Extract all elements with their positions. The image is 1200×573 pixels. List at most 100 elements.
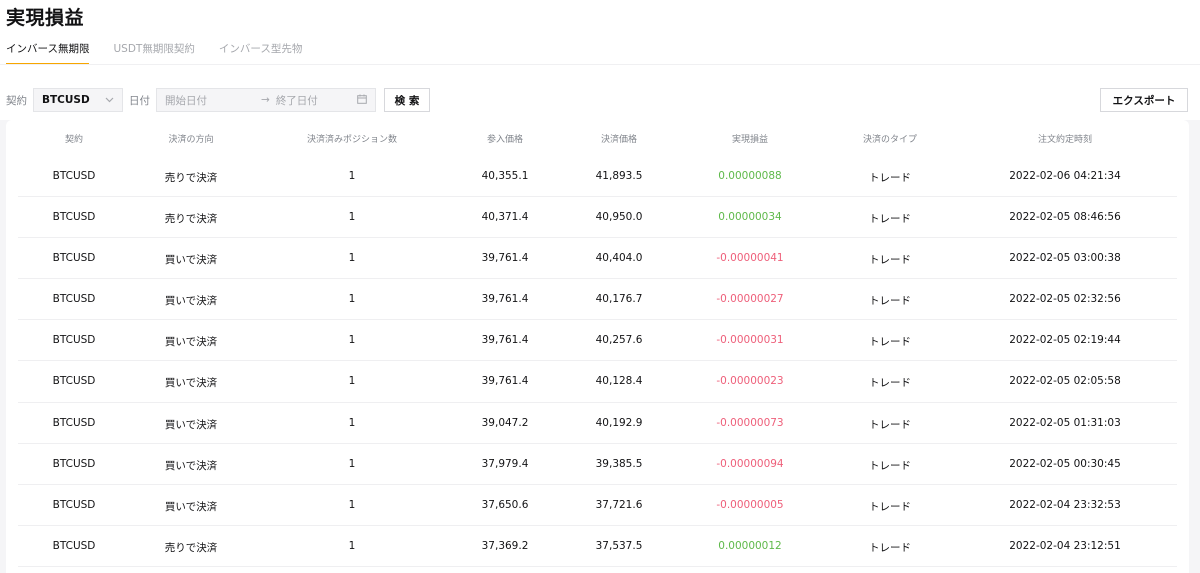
pnl-table: 契約 決済の方向 決済済みポジション数 参入価格 決済価格 実現損益 決済のタイ… [6, 120, 1189, 573]
cell-qty: 1 [348, 416, 356, 429]
cell-time: 2022-02-05 01:31:03 [1009, 416, 1121, 429]
cell-exit-price: 41,893.5 [595, 170, 643, 182]
cell-entry-price: 40,355.1 [481, 170, 529, 182]
contract-select-value: BTCUSD [42, 94, 90, 106]
cell-side: 買いで決済 [164, 377, 218, 390]
cell-side: 買いで決済 [164, 459, 218, 472]
table-row: BTCUSD 売りで決済 1 40,355.1 41,893.5 0.00000088 トレ… [18, 156, 1177, 198]
filter-bar: 契約 BTCUSD 日付 開始日付 → 終了日付 検 索 [6, 88, 430, 112]
tab-inverse-futures[interactable]: インバース型先物 [219, 41, 302, 65]
cell-contract: BTCUSD [52, 211, 96, 224]
cell-time: 2022-02-05 02:05:58 [1009, 375, 1121, 388]
cell-contract: BTCUSD [52, 416, 96, 429]
cell-side: 買いで決済 [164, 336, 218, 349]
cell-side: 買いで決済 [164, 418, 218, 431]
table-header: 契約 決済の方向 決済済みポジション数 参入価格 決済価格 実現損益 決済のタイ… [6, 120, 1189, 156]
cell-contract: BTCUSD [52, 252, 96, 265]
tab-inverse-perpetual[interactable]: インバース無期限 [6, 41, 90, 65]
table-row: BTCUSD 売りで決済 1 40,371.4 40,950.0 0.00000034 トレ… [18, 197, 1177, 239]
cell-entry-price: 40,371.4 [481, 211, 529, 224]
col-header-contract: 契約 [64, 135, 84, 145]
cell-exit-price: 40,176.7 [595, 293, 643, 306]
col-header-time: 注文約定時刻 [1037, 135, 1093, 145]
cell-qty: 1 [348, 170, 356, 182]
cell-type: トレード [869, 213, 911, 226]
cell-entry-price: 37,650.6 [481, 498, 529, 511]
cell-qty: 1 [348, 457, 356, 470]
cell-entry-price: 39,761.4 [481, 252, 529, 265]
col-header-exit-price: 決済価格 [600, 135, 638, 145]
contract-select[interactable]: BTCUSD [33, 88, 123, 112]
cell-realized-pnl: -0.00000073 [716, 416, 784, 429]
cell-type: トレード [869, 418, 911, 431]
cell-realized-pnl: -0.00000031 [716, 334, 784, 347]
cell-type: トレード [869, 295, 911, 308]
contract-label: 契約 [6, 94, 27, 107]
cell-side: 買いで決済 [164, 254, 218, 267]
col-header-realized-pnl: 実現損益 [731, 135, 769, 145]
cell-entry-price: 39,761.4 [481, 375, 529, 388]
realized-pnl-page: 実現損益 インバース無期限 USDT無期限契約 インバース型先物 契約 BTCU… [0, 0, 1200, 573]
cell-entry-price: 37,979.4 [481, 457, 529, 470]
cell-type: トレード [869, 172, 911, 184]
start-date-input[interactable]: 開始日付 [165, 93, 251, 108]
cell-type: トレード [869, 254, 911, 267]
calendar-icon[interactable] [357, 94, 367, 107]
cell-entry-price: 37,369.2 [481, 539, 529, 552]
cell-contract: BTCUSD [52, 170, 96, 182]
cell-time: 2022-02-05 02:19:44 [1009, 334, 1121, 347]
cell-side: 売りで決済 [164, 213, 218, 226]
cell-type: トレード [869, 336, 911, 349]
cell-time: 2022-02-05 08:46:56 [1009, 211, 1121, 224]
cell-exit-price: 40,192.9 [595, 416, 643, 429]
cell-exit-price: 40,128.4 [595, 375, 643, 388]
cell-contract: BTCUSD [52, 293, 96, 306]
col-header-type: 決済のタイプ [862, 135, 918, 145]
cell-side: 売りで決済 [164, 541, 218, 554]
page-title: 実現損益 [6, 7, 85, 29]
cell-time: 2022-02-05 00:30:45 [1009, 457, 1121, 470]
cell-exit-price: 39,385.5 [595, 457, 643, 470]
table-row: BTCUSD 買いで決済 1 37,979.4 39,385.5 -0.00000094 ト… [18, 444, 1177, 485]
date-range-picker[interactable]: 開始日付 → 終了日付 [156, 88, 376, 112]
col-header-side: 決済の方向 [168, 135, 214, 145]
cell-realized-pnl: -0.00000005 [716, 498, 784, 511]
table-row: BTCUSD 売りで決済 1 37,369.2 37,537.5 0.00000012 トレ… [18, 526, 1177, 567]
cell-qty: 1 [348, 375, 356, 388]
cell-exit-price: 40,404.0 [595, 252, 643, 265]
cell-qty: 1 [348, 293, 356, 306]
cell-contract: BTCUSD [52, 457, 96, 470]
tab-usdt-perpetual[interactable]: USDT無期限契約 [113, 41, 194, 65]
table-row: BTCUSD 買いで決済 1 39,047.2 40,192.9 -0.00000073 ト… [18, 403, 1177, 444]
export-button[interactable]: エクスポート [1100, 88, 1188, 112]
tab-divider [0, 64, 1200, 65]
cell-exit-price: 40,257.6 [595, 334, 643, 347]
cell-type: トレード [869, 459, 911, 472]
table-row: BTCUSD 買いで決済 1 37,650.6 37,721.6 -0.00000005 ト… [18, 485, 1177, 526]
cell-side: 買いで決済 [164, 295, 218, 308]
cell-entry-price: 39,761.4 [481, 293, 529, 306]
cell-qty: 1 [348, 334, 356, 347]
search-button[interactable]: 検 索 [384, 88, 430, 112]
cell-side: 売りで決済 [164, 172, 218, 184]
cell-side: 買いで決済 [164, 500, 218, 513]
tab-bar: インバース無期限 USDT無期限契約 インバース型先物 [6, 41, 326, 65]
cell-realized-pnl: -0.00000041 [716, 252, 784, 265]
cell-realized-pnl: -0.00000023 [716, 375, 784, 388]
cell-qty: 1 [348, 252, 356, 265]
cell-time: 2022-02-05 02:32:56 [1009, 293, 1121, 306]
chevron-down-icon [105, 95, 114, 106]
cell-exit-price: 40,950.0 [595, 211, 643, 224]
date-label: 日付 [129, 94, 150, 107]
cell-qty: 1 [348, 498, 356, 511]
table-row: BTCUSD 買いで決済 1 39,761.4 40,176.7 -0.00000027 ト… [18, 279, 1177, 321]
cell-type: トレード [869, 541, 911, 554]
arrow-right-icon: → [261, 94, 270, 106]
end-date-input[interactable]: 終了日付 [276, 93, 357, 108]
cell-time: 2022-02-05 03:00:38 [1009, 252, 1121, 265]
cell-time: 2022-02-04 23:12:51 [1009, 539, 1121, 552]
cell-time: 2022-02-04 23:32:53 [1009, 498, 1121, 511]
cell-realized-pnl: 0.00000034 [718, 211, 782, 224]
cell-exit-price: 37,537.5 [595, 539, 643, 552]
cell-exit-price: 37,721.6 [595, 498, 643, 511]
